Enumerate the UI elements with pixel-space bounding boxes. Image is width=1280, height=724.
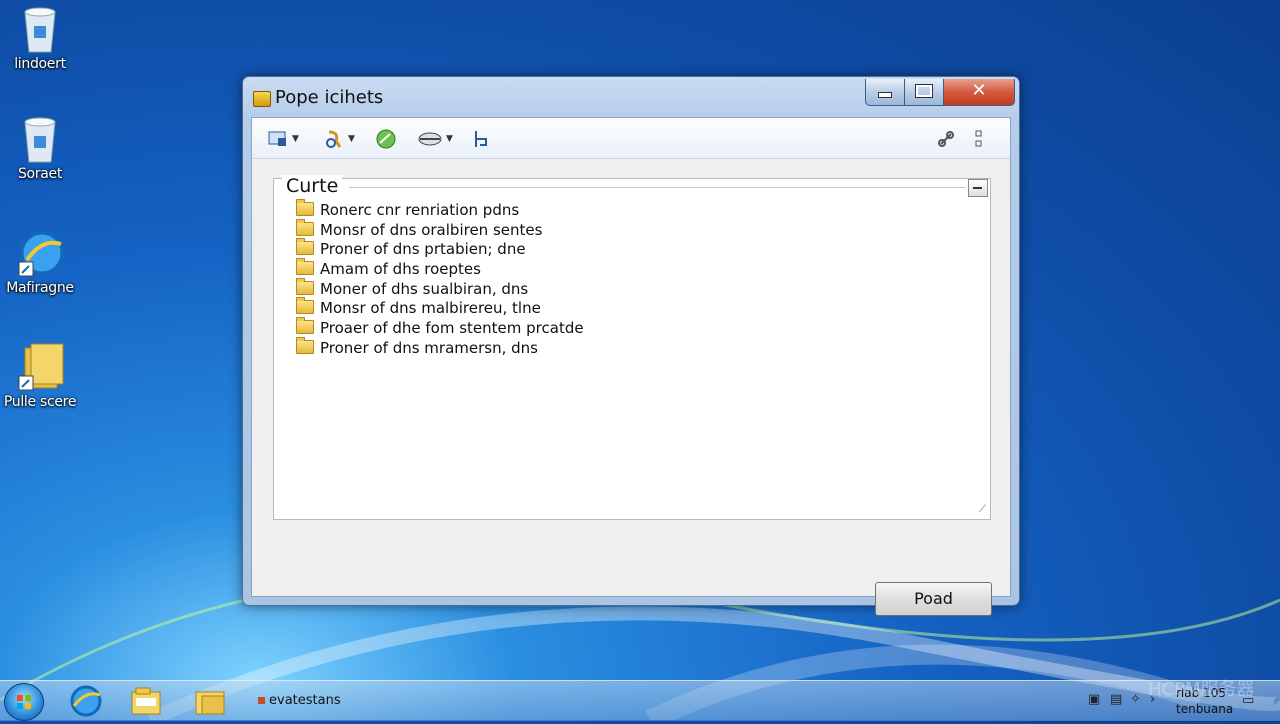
list-item[interactable]: Proaer of dhe fom stentem prcatde bbox=[296, 317, 584, 339]
toolbar-globe-button[interactable] bbox=[376, 127, 396, 149]
chevron-down-icon: ▼ bbox=[292, 133, 299, 144]
taskbar-explorer-button[interactable] bbox=[128, 684, 164, 718]
recycle-bin-icon bbox=[17, 4, 63, 54]
globe-icon bbox=[376, 129, 396, 148]
tools-icon bbox=[326, 130, 342, 148]
app-dot-icon bbox=[258, 697, 265, 704]
list-item[interactable]: Monsr of dns malbirereu, tlne bbox=[296, 297, 584, 319]
desktop-icon-label: Pulle scere bbox=[3, 394, 77, 410]
toolbar: ▼ ▼ ▼ bbox=[252, 118, 1010, 159]
window-client-area: ▼ ▼ ▼ Curte Ronerc cnr renriation pdns M… bbox=[251, 117, 1011, 616]
folder-icon bbox=[296, 277, 314, 295]
internet-explorer-icon bbox=[70, 685, 102, 717]
list-item-label: Monsr of dns malbirereu, tlne bbox=[320, 299, 541, 318]
desktop-icon-label: Mafiragne bbox=[6, 280, 74, 296]
toolbar-link-button[interactable] bbox=[936, 127, 956, 149]
link-icon bbox=[938, 130, 954, 147]
start-button[interactable] bbox=[4, 683, 44, 721]
toolbar-network-button[interactable]: ▼ bbox=[418, 127, 453, 149]
maximize-icon bbox=[915, 84, 933, 98]
internet-explorer-icon bbox=[17, 228, 64, 278]
task-label: evatestans bbox=[269, 693, 341, 708]
poad-button[interactable]: Poad bbox=[875, 582, 992, 616]
collapse-button[interactable] bbox=[968, 179, 988, 197]
windows-logo-icon bbox=[17, 695, 31, 709]
desktop-icon-label: Soraet bbox=[17, 166, 63, 182]
close-icon: ✕ bbox=[971, 80, 987, 101]
clock-line-2: tenbuana bbox=[1176, 702, 1234, 716]
taskbar-folder-button[interactable] bbox=[192, 684, 228, 718]
minimize-icon bbox=[878, 92, 892, 98]
toolbar-more-button[interactable] bbox=[974, 127, 984, 149]
folder-icon bbox=[296, 258, 314, 276]
folder-icon bbox=[296, 199, 314, 216]
toolbar-view-button[interactable]: ▼ bbox=[268, 127, 299, 149]
window-titlebar[interactable]: Pope icihets ✕ bbox=[243, 77, 1019, 117]
tray-flag-icon[interactable]: ✧ bbox=[1130, 692, 1141, 707]
view-icon bbox=[268, 131, 286, 146]
list-item-label: Proner of dns mramersn, dns bbox=[320, 338, 538, 357]
app-icon bbox=[253, 91, 271, 107]
more-icon bbox=[975, 130, 982, 146]
list-item-label: Proner of dns prtabien; dne bbox=[320, 240, 526, 259]
folder-icon bbox=[296, 297, 314, 315]
folder-list: Ronerc cnr renriation pdns Monsr of dns … bbox=[296, 199, 584, 359]
desktop-icon-pulle-scere[interactable]: Pulle scere bbox=[0, 342, 80, 410]
group-title: Curte bbox=[282, 175, 343, 197]
maximize-button[interactable] bbox=[904, 79, 944, 106]
tray-volume-icon[interactable]: ▤ bbox=[1110, 692, 1122, 707]
watermark: HCPM服务器 bbox=[1148, 679, 1255, 700]
taskbar-ie-button[interactable] bbox=[68, 684, 104, 718]
chevron-down-icon: ▼ bbox=[348, 133, 355, 144]
folder-icon bbox=[296, 238, 314, 256]
file-explorer-icon bbox=[131, 687, 161, 715]
folder-icon bbox=[296, 336, 314, 354]
close-button[interactable]: ✕ bbox=[943, 79, 1015, 106]
list-item[interactable]: Monsr of dns oralbiren sentes bbox=[296, 218, 584, 241]
app-window: Pope icihets ✕ ▼ ▼ ▼ Curte Ronerc cnr re… bbox=[242, 76, 1020, 616]
folder-icon bbox=[195, 691, 225, 715]
minimize-button[interactable] bbox=[865, 79, 905, 106]
list-item[interactable]: Amam of dhs roeptes bbox=[296, 258, 584, 280]
desktop-icon-label: lindoert bbox=[14, 56, 66, 72]
chevron-down-icon: ▼ bbox=[446, 133, 453, 144]
toolbar-paint-button[interactable] bbox=[472, 127, 492, 149]
desktop-icon-mafiragne[interactable]: Mafiragne bbox=[0, 228, 80, 296]
network-icon bbox=[418, 132, 442, 145]
list-item[interactable]: Moner of dhs sualbiran, dns bbox=[296, 277, 584, 300]
folder-shortcut-icon bbox=[17, 342, 64, 392]
list-item[interactable]: Ronerc cnr renriation pdns bbox=[296, 199, 584, 221]
desktop-icon-lindoert[interactable]: lindoert bbox=[0, 4, 80, 72]
list-item[interactable]: Proner of dns mramersn, dns bbox=[296, 336, 584, 359]
resize-grip-icon[interactable]: ⟋ bbox=[979, 504, 986, 515]
folder-icon bbox=[296, 218, 314, 236]
folder-icon bbox=[296, 317, 314, 335]
taskbar: evatestans ▣ ▤ ✧ › rlab 105 tenbuana ▭ H… bbox=[0, 679, 1280, 721]
list-item[interactable]: Proner of dns prtabien; dne bbox=[296, 238, 584, 260]
list-item-label: Proaer of dhe fom stentem prcatde bbox=[320, 319, 584, 338]
list-item-label: Ronerc cnr renriation pdns bbox=[320, 201, 520, 219]
content-panel: Curte Ronerc cnr renriation pdns Monsr o… bbox=[273, 175, 991, 520]
list-item-label: Moner of dhs sualbiran, dns bbox=[320, 279, 529, 298]
list-item-label: Monsr of dns oralbiren sentes bbox=[320, 220, 543, 239]
paint-icon bbox=[475, 130, 487, 147]
taskbar-active-task[interactable]: evatestans bbox=[258, 693, 341, 708]
list-item-label: Amam of dhs roeptes bbox=[320, 260, 481, 279]
recycle-bin-icon bbox=[17, 114, 63, 164]
tray-network-icon[interactable]: ▣ bbox=[1088, 692, 1100, 707]
window-title: Pope icihets bbox=[275, 87, 384, 108]
group-divider bbox=[349, 187, 966, 188]
desktop-icon-soraet[interactable]: Soraet bbox=[0, 114, 80, 182]
toolbar-tools-button[interactable]: ▼ bbox=[324, 127, 355, 149]
